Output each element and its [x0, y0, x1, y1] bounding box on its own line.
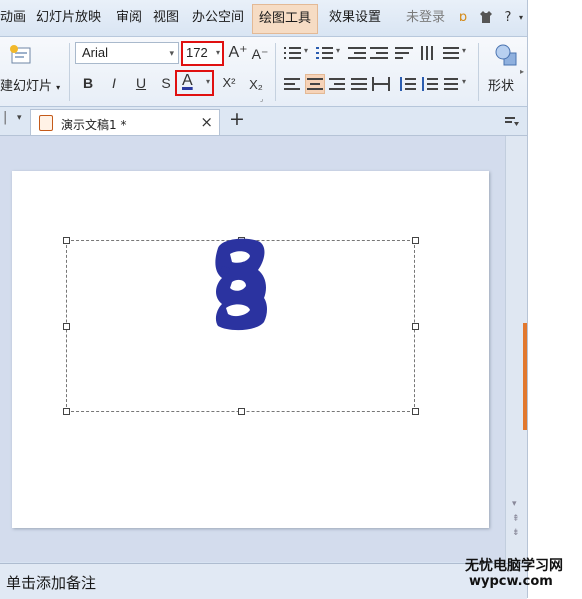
- font-color-button[interactable]: A ▾: [175, 70, 214, 96]
- watermark: 无忧电脑学习网 wypcw.com: [465, 558, 563, 590]
- menu-review[interactable]: 审阅: [116, 10, 142, 26]
- superscript-button[interactable]: X²: [219, 73, 239, 93]
- distribute-icon[interactable]: [372, 77, 390, 91]
- shadow-button[interactable]: S: [156, 73, 176, 93]
- notes-placeholder[interactable]: 单击添加备注: [6, 572, 96, 593]
- separator: [275, 43, 276, 101]
- resize-handle[interactable]: [63, 408, 70, 415]
- tab-menu-chevron-icon[interactable]: ▾: [17, 113, 22, 123]
- skin-icon[interactable]: ɒ: [455, 10, 471, 26]
- decrease-indent-icon[interactable]: [348, 46, 366, 60]
- new-tab-icon[interactable]: +: [229, 108, 245, 130]
- font-size-select[interactable]: 172 ▾: [181, 41, 224, 66]
- tab-list-divider: |: [3, 110, 8, 125]
- resize-handle[interactable]: [412, 237, 419, 244]
- align-center-icon[interactable]: [305, 74, 325, 94]
- wps-presentation-window: 动画 幻灯片放映 审阅 视图 办公空间 绘图工具 效果设置 未登录 ɒ ? ▾ …: [0, 0, 528, 599]
- increase-indent-icon[interactable]: [370, 46, 388, 60]
- shirt-icon[interactable]: [478, 10, 494, 26]
- watermark-line2: wypcw.com: [469, 574, 553, 589]
- resize-handle[interactable]: [63, 323, 70, 330]
- text-direction-icon[interactable]: [420, 46, 438, 60]
- font-name-select[interactable]: Arial ▾: [75, 42, 179, 64]
- align-text-icon[interactable]: [443, 46, 461, 60]
- tab-document[interactable]: 演示文稿1 * ×: [30, 109, 220, 135]
- spacing-options-icon[interactable]: [444, 77, 462, 91]
- empty-side-area: [527, 0, 582, 598]
- presentation-file-icon: [39, 115, 53, 131]
- separator: [478, 43, 479, 101]
- shrink-font-button[interactable]: A⁻: [250, 44, 270, 64]
- align-right-icon[interactable]: [329, 77, 347, 91]
- document-tab-bar: | ▾ 演示文稿1 * × +: [0, 107, 527, 136]
- notes-pane[interactable]: 单击添加备注: [0, 563, 527, 599]
- new-slide-button[interactable]: 建幻灯片 ▾: [0, 75, 60, 94]
- resize-handle[interactable]: [412, 408, 419, 415]
- menu-bar: 动画 幻灯片放映 审阅 视图 办公空间 绘图工具 效果设置 未登录 ɒ ? ▾: [0, 0, 527, 37]
- previous-slide-icon[interactable]: ⇞: [512, 514, 520, 524]
- chevron-down-icon[interactable]: ▾: [304, 46, 308, 55]
- menu-slideshow[interactable]: 幻灯片放映: [36, 10, 101, 26]
- new-slide-icon[interactable]: [8, 43, 34, 69]
- justify-icon[interactable]: [351, 77, 369, 91]
- menu-effect-settings[interactable]: 效果设置: [329, 10, 381, 26]
- close-tab-icon[interactable]: ×: [200, 113, 213, 131]
- align-left-icon[interactable]: [284, 77, 302, 91]
- chevron-down-icon[interactable]: ▾: [462, 77, 466, 86]
- separator: [69, 43, 70, 101]
- watermark-line1: 无忧电脑学习网: [465, 558, 563, 574]
- shape-icon[interactable]: [494, 43, 518, 67]
- shape-button[interactable]: 形状: [488, 75, 514, 94]
- menu-drawing-tools[interactable]: 绘图工具: [252, 4, 319, 34]
- paragraph-spacing-icon[interactable]: [421, 77, 439, 91]
- pane-toggle-icon[interactable]: [505, 113, 519, 132]
- menu-animation[interactable]: 动画: [0, 10, 26, 26]
- underline-button[interactable]: U: [131, 73, 151, 93]
- subscript-button[interactable]: X₂: [246, 75, 266, 95]
- grow-font-button[interactable]: A⁺: [228, 43, 248, 63]
- chevron-down-icon[interactable]: ▾: [462, 46, 466, 55]
- bullet-list-icon[interactable]: [284, 46, 302, 60]
- next-slide-icon[interactable]: ⇟: [512, 528, 520, 538]
- italic-button[interactable]: I: [104, 73, 124, 93]
- login-status[interactable]: 未登录: [406, 10, 445, 26]
- font-dialog-launcher-icon[interactable]: ⌟: [260, 95, 263, 103]
- chevron-down-icon[interactable]: ▾: [336, 46, 340, 55]
- menu-office-space[interactable]: 办公空间: [192, 10, 244, 26]
- numbered-list-icon[interactable]: [316, 46, 334, 60]
- ribbon-toolbar: 建幻灯片 ▾ Arial ▾ 172 ▾ A⁺ A⁻ B I U S A ▾ X² X…: [0, 37, 527, 107]
- bold-button[interactable]: B: [78, 73, 98, 93]
- text-wrap-icon[interactable]: [395, 46, 413, 60]
- resize-handle[interactable]: [412, 323, 419, 330]
- overlapping-large-text: [208, 236, 274, 332]
- line-spacing-icon[interactable]: [399, 77, 417, 91]
- menu-view[interactable]: 视图: [153, 10, 179, 26]
- ribbon-scroll-right-icon[interactable]: ▸: [520, 67, 524, 76]
- scroll-up-icon[interactable]: ▾: [512, 499, 517, 509]
- resize-handle[interactable]: [238, 408, 245, 415]
- resize-handle[interactable]: [63, 237, 70, 244]
- document-title: 演示文稿1 *: [61, 118, 127, 132]
